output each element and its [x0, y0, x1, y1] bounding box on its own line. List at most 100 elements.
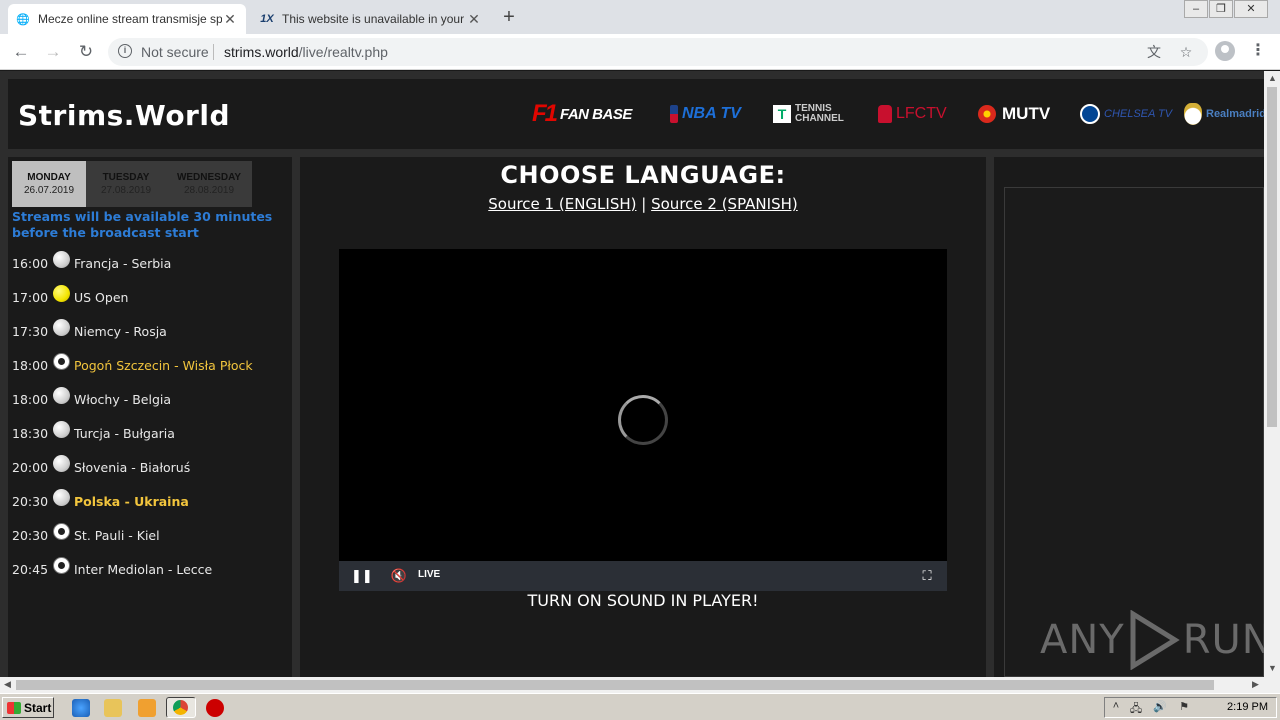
event-row[interactable]: 20:30 St. Pauli - Kiel	[12, 522, 160, 545]
tab-tuesday[interactable]: TUESDAY 27.08.2019	[86, 161, 166, 207]
restore-button[interactable]: ❐	[1209, 0, 1233, 18]
media-player-icon[interactable]	[138, 699, 156, 717]
brand-f1-fanbase[interactable]: F1 FAN BASE	[532, 100, 632, 127]
scroll-up-icon[interactable]: ▲	[1268, 73, 1277, 83]
profile-avatar-icon[interactable]	[1215, 41, 1235, 61]
source-1-link[interactable]: Source 1 (ENGLISH)	[488, 195, 636, 213]
ie-icon[interactable]	[72, 699, 90, 717]
url-text[interactable]: strims.world/live/realtv.php	[224, 44, 388, 60]
globe-icon: 🌐	[16, 13, 30, 26]
menu-kebab-icon[interactable]: ⋮	[1250, 41, 1266, 61]
soccer-ball-icon	[53, 556, 70, 574]
translate-icon[interactable]: 文	[1144, 42, 1164, 62]
bookmark-star-icon[interactable]: ☆	[1176, 42, 1196, 62]
system-tray: ˄ 🖧 🔊 ⚑ 2:19 PM	[1104, 697, 1277, 718]
event-row[interactable]: 16:00 Francja - Serbia	[12, 250, 171, 273]
tab-unavailable[interactable]: 1X This website is unavailable in your c…	[252, 4, 490, 34]
brand-nba-tv[interactable]: NBA TV	[670, 101, 741, 127]
tab-monday[interactable]: MONDAY 26.07.2019	[12, 161, 86, 207]
play-triangle-icon	[1130, 610, 1180, 670]
event-row[interactable]: 18:30 Turcja - Bułgaria	[12, 420, 175, 443]
event-match[interactable]: St. Pauli - Kiel	[74, 528, 160, 543]
scroll-right-icon[interactable]: ▶	[1252, 679, 1259, 690]
opera-icon[interactable]	[206, 699, 224, 717]
day-date: 26.07.2019	[23, 185, 75, 196]
video-player[interactable]: ❚❚ 🔇 LIVE ⛶	[339, 249, 947, 591]
event-match[interactable]: Polska - Ukraina	[74, 494, 189, 509]
tennis-ball-icon	[53, 284, 70, 302]
event-time: 20:30	[12, 527, 49, 543]
event-row[interactable]: 18:00 Włochy - Belgia	[12, 386, 171, 409]
real-madrid-crest-icon	[1184, 103, 1202, 125]
day-name: WEDNESDAY	[176, 172, 242, 183]
soccer-ball-icon	[53, 352, 70, 370]
flag-icon[interactable]: ⚑	[1177, 700, 1191, 714]
scroll-down-icon[interactable]: ▼	[1268, 663, 1277, 673]
address-bar[interactable]: i Not secure strims.world/live/realtv.ph…	[108, 38, 1208, 66]
schedule-panel: MONDAY 26.07.2019 TUESDAY 27.08.2019 WED…	[8, 157, 292, 677]
info-icon[interactable]: i	[118, 44, 132, 58]
event-match[interactable]: Inter Mediolan - Lecce	[74, 562, 212, 577]
scroll-thumb[interactable]	[16, 680, 1214, 690]
event-match[interactable]: Pogoń Szczecin - Wisła Płock	[74, 358, 253, 373]
event-time: 17:30	[12, 323, 49, 339]
source-2-link[interactable]: Source 2 (SPANISH)	[651, 195, 798, 213]
back-button[interactable]: ←	[10, 41, 32, 63]
man-utd-crest-icon	[978, 105, 996, 123]
choose-language-heading: CHOOSE LANGUAGE:	[500, 161, 786, 189]
tab-strims[interactable]: 🌐 Mecze online stream transmisje sportow…	[8, 4, 246, 34]
folder-icon[interactable]	[104, 699, 122, 717]
brand-label: LFCTV	[896, 105, 947, 122]
vertical-scrollbar[interactable]: ▲ ▼	[1264, 71, 1280, 677]
event-row[interactable]: 20:00 Słovenia - Białoruś	[12, 454, 190, 477]
event-match[interactable]: Niemcy - Rosja	[74, 324, 167, 339]
horizontal-scrollbar[interactable]: ◀ ▶	[0, 677, 1280, 693]
forward-button[interactable]: →	[42, 41, 64, 63]
brand-tennis-channel[interactable]: T TENNIS CHANNEL	[773, 101, 847, 127]
muted-speaker-icon[interactable]: 🔇	[389, 567, 409, 585]
close-tab-icon[interactable]: ✕	[222, 11, 238, 28]
event-row[interactable]: 17:30 Niemcy - Rosja	[12, 318, 167, 341]
event-row[interactable]: 20:45 Inter Mediolan - Lecce	[12, 556, 212, 579]
event-row[interactable]: 18:00 Pogoń Szczecin - Wisła Płock	[12, 352, 253, 375]
brand-chelsea-tv[interactable]: CHELSEA TV	[1080, 101, 1172, 127]
brand-label: Realmadrid	[1206, 108, 1264, 120]
fullscreen-icon[interactable]: ⛶	[919, 567, 935, 585]
event-match[interactable]: Francja - Serbia	[74, 256, 171, 271]
pause-icon[interactable]: ❚❚	[351, 567, 373, 585]
windows-taskbar: Start ˄ 🖧 🔊 ⚑ 2:19 PM	[0, 693, 1280, 720]
event-match[interactable]: Włochy - Belgia	[74, 392, 171, 407]
minimize-button[interactable]: –	[1184, 0, 1208, 18]
liverbird-icon	[878, 105, 892, 123]
brand-label: CHELSEA TV	[1104, 108, 1173, 120]
event-row[interactable]: 20:30 Polska - Ukraina	[12, 488, 189, 511]
start-button[interactable]: Start	[2, 697, 54, 718]
network-icon[interactable]: 🖧	[1129, 700, 1143, 715]
chrome-taskbar-button[interactable]	[166, 697, 196, 718]
site-logo[interactable]: Strims.World	[18, 99, 230, 132]
right-panel	[994, 157, 1264, 677]
chrome-icon	[173, 700, 188, 715]
event-match[interactable]: Słovenia - Białoruś	[74, 460, 190, 475]
brand-lfctv[interactable]: LFCTV	[878, 101, 947, 127]
volume-icon[interactable]: 🔊	[1153, 700, 1167, 714]
scroll-left-icon[interactable]: ◀	[4, 679, 11, 690]
close-window-button[interactable]: ✕	[1234, 0, 1268, 18]
scroll-thumb[interactable]	[1267, 87, 1277, 427]
loading-spinner-icon	[618, 395, 668, 445]
new-tab-button[interactable]: +	[498, 6, 520, 28]
brand-mutv[interactable]: MUTV	[978, 101, 1050, 127]
tab-wednesday[interactable]: WEDNESDAY 28.08.2019	[166, 161, 252, 207]
event-row[interactable]: 17:00 US Open	[12, 284, 128, 307]
brand-real-madrid[interactable]: Realmadrid	[1184, 101, 1264, 127]
brand-label: NBA TV	[682, 105, 741, 122]
brand-label: TENNIS CHANNEL	[795, 103, 844, 124]
close-tab-icon[interactable]: ✕	[466, 11, 482, 28]
url-host: strims.world	[224, 44, 299, 60]
event-match[interactable]: US Open	[74, 290, 128, 305]
reload-button[interactable]: ↻	[75, 41, 97, 63]
event-match[interactable]: Turcja - Bułgaria	[74, 426, 175, 441]
sound-message: TURN ON SOUND IN PLAYER!	[527, 591, 759, 610]
security-label: Not secure	[141, 44, 209, 60]
tray-expand-icon[interactable]: ˄	[1109, 700, 1123, 714]
